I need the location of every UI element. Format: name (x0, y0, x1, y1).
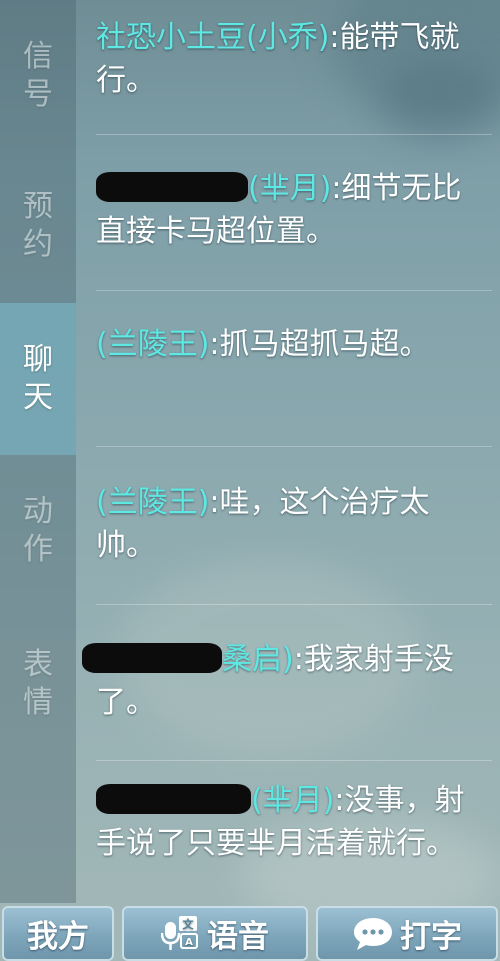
message-divider (96, 760, 492, 761)
chat-message: (兰陵王):抓马超抓马超。 (96, 323, 488, 366)
chat-message: (兰陵王):哇，这个治疗太帅。 (96, 481, 488, 567)
microphone-translate-icon: 文 A (161, 914, 201, 954)
our-side-label: 我方 (27, 919, 89, 955)
type-button[interactable]: 打字 (316, 906, 498, 961)
tab-action-label: 动作 (23, 494, 53, 567)
tab-emote-label: 表情 (23, 647, 53, 720)
svg-text:A: A (185, 937, 193, 948)
tab-emote[interactable]: 表情 (0, 608, 76, 760)
tab-chat[interactable]: 聊天 (0, 303, 76, 455)
sender-name: 社恐小土豆(小乔) (96, 20, 330, 55)
redacted-name-mark (96, 172, 248, 202)
chat-input-bar: 我方 文 A 语音 打字 (0, 903, 500, 961)
sender-name: (兰陵王) (96, 327, 210, 362)
sender-name: (芈月) (248, 171, 332, 206)
chat-message: 社恐小土豆(小乔):能带飞就行。 (96, 16, 488, 102)
type-label: 打字 (400, 919, 462, 955)
svg-text:文: 文 (183, 917, 195, 931)
chat-message: (芈月):细节无比直接卡马超位置。 (96, 167, 488, 253)
chat-message: (芈月):没事，射手说了只要芈月活着就行。 (96, 779, 488, 865)
message-divider (96, 604, 492, 605)
redacted-name-mark (82, 643, 222, 673)
sender-name: 桑启) (222, 642, 294, 677)
tab-chat-label: 聊天 (23, 342, 53, 415)
chat-category-sidebar: 信号 预约 聊天 动作 表情 (0, 0, 76, 903)
tab-reservation-label: 预约 (23, 189, 53, 262)
voice-button[interactable]: 文 A 语音 (122, 906, 308, 961)
message-divider (96, 446, 492, 447)
tab-signal-label: 信号 (23, 39, 53, 112)
tab-action[interactable]: 动作 (0, 455, 76, 607)
tab-reservation[interactable]: 预约 (0, 150, 76, 302)
voice-label: 语音 (207, 919, 269, 955)
message-divider (96, 290, 492, 291)
our-side-channel-button[interactable]: 我方 (2, 906, 114, 961)
redacted-name-mark (96, 784, 251, 814)
tab-signal[interactable]: 信号 (0, 0, 76, 152)
chat-feed[interactable]: 社恐小土豆(小乔):能带飞就行。 (芈月):细节无比直接卡马超位置。 (兰陵王)… (76, 0, 500, 903)
message-text: :抓马超抓马超。 (209, 327, 430, 362)
message-divider (96, 134, 492, 135)
sender-name: (兰陵王) (96, 485, 210, 520)
chat-message: 桑启):我家射手没了。 (82, 638, 488, 724)
sender-name: (芈月) (251, 783, 335, 818)
speech-bubble-icon (352, 916, 394, 952)
